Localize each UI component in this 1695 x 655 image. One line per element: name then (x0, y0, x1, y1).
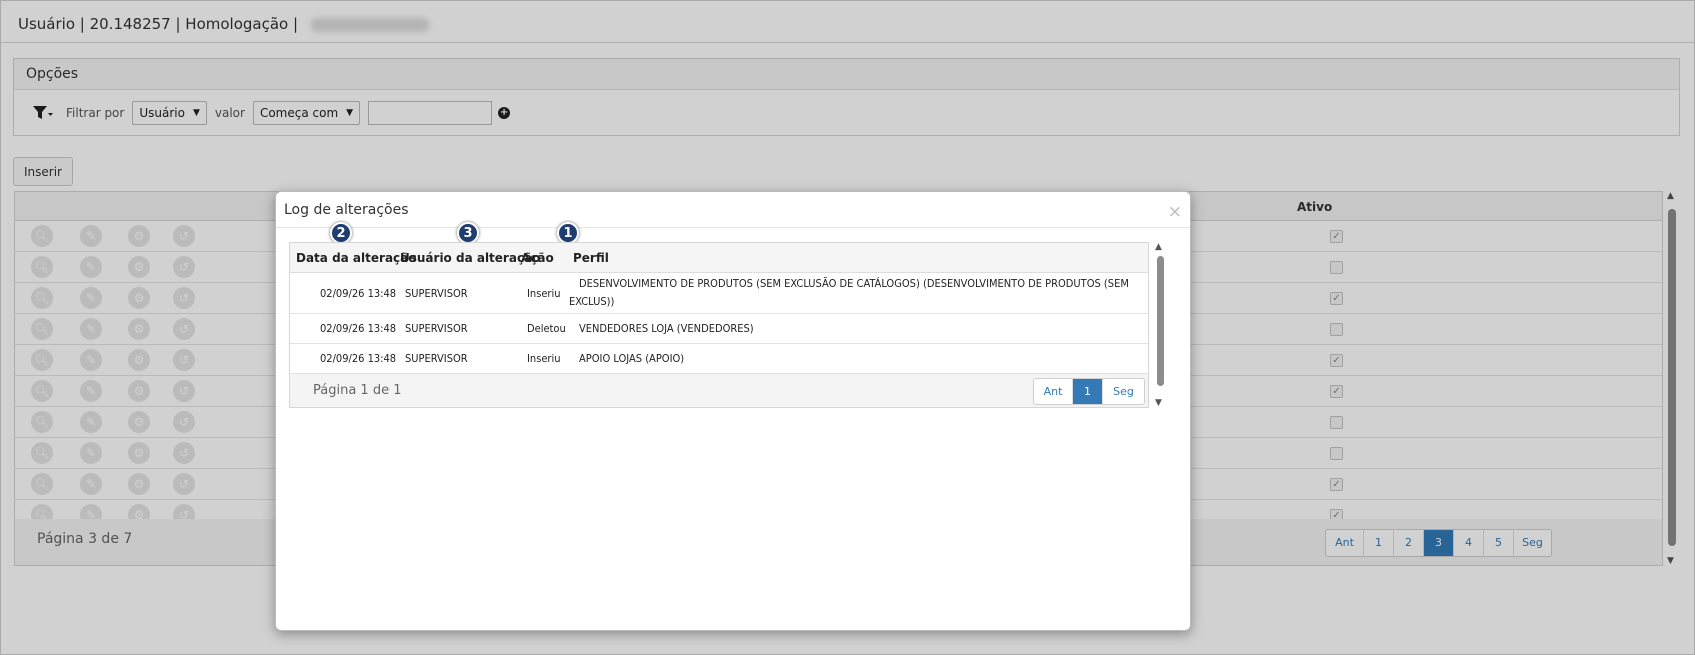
log-user: SUPERVISOR (405, 322, 468, 335)
log-action: Inseriu (527, 287, 561, 300)
close-icon[interactable]: × (1168, 202, 1182, 222)
log-row: 02/09/26 13:48 SUPERVISOR Inseriu DESENVOLV… (290, 273, 1148, 314)
scroll-down-icon[interactable]: ▼ (1155, 398, 1162, 408)
log-action: Deletou (527, 322, 566, 335)
change-log-table: Data da alteração Usuário da alteração A… (289, 242, 1149, 408)
pager-seg[interactable]: Seg (1102, 379, 1144, 404)
log-date: 02/09/26 13:48 (320, 322, 397, 335)
column-date: Data da alteração (296, 251, 417, 265)
log-header: Data da alteração Usuário da alteração A… (290, 243, 1148, 273)
badge-3: 3 (457, 222, 479, 244)
log-date: 02/09/26 13:48 (320, 352, 397, 365)
change-log-modal: Log de alterações × 2 3 1 Data da altera… (275, 191, 1191, 631)
modal-divider (276, 227, 1190, 228)
modal-scrollbar[interactable]: ▲ ▼ (1154, 242, 1166, 408)
pager-1[interactable]: 1 (1072, 379, 1102, 404)
log-pager: Ant 1 Seg (1033, 378, 1145, 405)
log-date: 02/09/26 13:48 (320, 287, 397, 300)
column-user: Usuário da alteração (400, 251, 541, 265)
scroll-up-icon[interactable]: ▲ (1155, 242, 1162, 252)
column-profile: Perfil (573, 251, 609, 265)
log-profile: VENDEDORES LOJA (VENDEDORES) (579, 322, 754, 335)
log-footer: Página 1 de 1 Ant 1 Seg (290, 374, 1148, 407)
log-body: 02/09/26 13:48 SUPERVISOR Inseriu DESENVOLV… (290, 273, 1148, 374)
log-row: 02/09/26 13:48 SUPERVISOR Deletou VENDEDORE… (290, 314, 1148, 344)
badge-1: 1 (557, 222, 579, 244)
pager-ant[interactable]: Ant (1034, 379, 1072, 404)
log-page-text: Página 1 de 1 (313, 383, 402, 398)
modal-title: Log de alterações (284, 202, 409, 218)
column-action: Ação (521, 251, 554, 265)
log-profile: APOIO LOJAS (APOIO) (579, 352, 685, 365)
log-profile: DESENVOLVIMENTO DE PRODUTOS (SEM EXCLUSÃ… (579, 277, 1129, 290)
log-row: 02/09/26 13:48 SUPERVISOR Inseriu APOIO LOJ… (290, 344, 1148, 374)
badge-2: 2 (330, 222, 352, 244)
log-profile-continued: EXCLUS)) (569, 295, 615, 308)
log-user: SUPERVISOR (405, 352, 468, 365)
scroll-thumb[interactable] (1157, 256, 1164, 386)
log-user: SUPERVISOR (405, 287, 468, 300)
log-action: Inseriu (527, 352, 561, 365)
